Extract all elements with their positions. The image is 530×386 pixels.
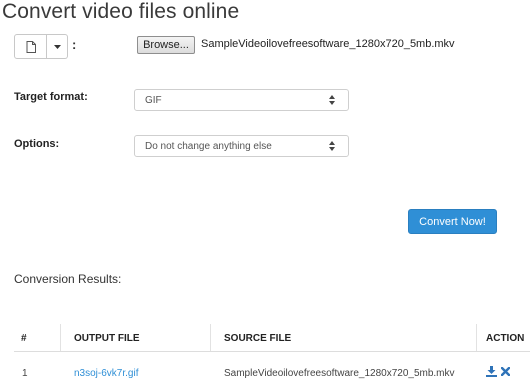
select-arrows-icon [329, 141, 335, 151]
file-source-button[interactable] [14, 34, 47, 59]
column-divider [476, 324, 477, 351]
header-num: # [21, 333, 27, 344]
output-file-link[interactable]: n3soj-6vk7r.gif [74, 368, 138, 379]
download-icon[interactable] [486, 366, 497, 377]
row-actions [486, 366, 510, 377]
options-value: Do not change anything else [145, 140, 272, 152]
target-format-select[interactable]: GIF [134, 89, 349, 111]
header-source-file: SOURCE FILE [224, 333, 292, 344]
source-selector [14, 34, 68, 59]
target-format-label: Target format: [14, 91, 88, 103]
header-action: ACTION [486, 333, 525, 344]
source-file-cell: SampleVideoilovefreesoftware_1280x720_5m… [224, 368, 455, 379]
file-icon [26, 40, 36, 53]
options-select[interactable]: Do not change anything else [134, 135, 349, 157]
browse-button[interactable]: Browse... [137, 36, 195, 54]
page-title: Convert video files online [2, 0, 240, 23]
convert-now-button[interactable]: Convert Now! [408, 209, 497, 234]
caret-down-icon [53, 44, 61, 49]
target-format-value: GIF [145, 94, 162, 106]
options-label: Options: [14, 138, 60, 150]
source-colon: : [72, 37, 77, 52]
conversion-results-title: Conversion Results: [14, 272, 122, 286]
column-divider [60, 324, 61, 351]
row-num: 1 [22, 368, 28, 379]
header-output-file: OUTPUT FILE [74, 333, 140, 344]
selected-filename: SampleVideoilovefreesoftware_1280x720_5m… [201, 38, 455, 50]
column-divider [210, 324, 211, 351]
header-divider [14, 351, 530, 352]
source-dropdown-button[interactable] [47, 34, 68, 59]
delete-icon[interactable] [501, 367, 510, 376]
select-arrows-icon [329, 95, 335, 105]
